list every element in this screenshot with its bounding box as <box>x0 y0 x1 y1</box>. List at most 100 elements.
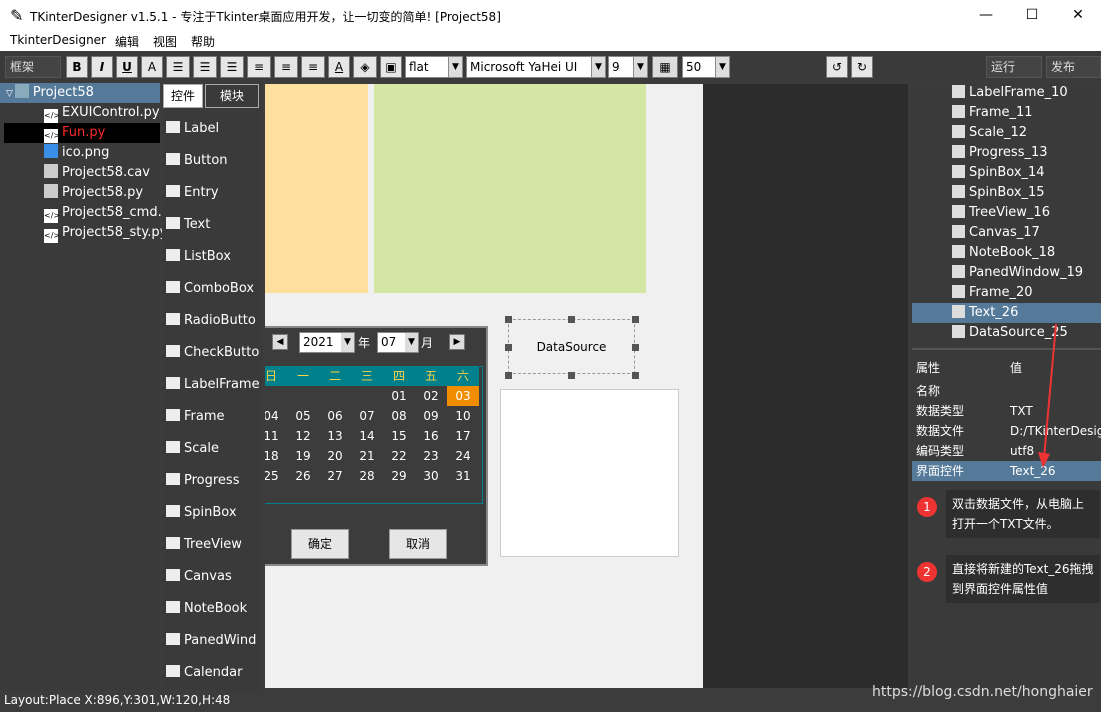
menu-edit[interactable]: 编辑 <box>115 33 139 50</box>
file-item[interactable]: Project58.cav <box>44 163 150 183</box>
property-row[interactable]: 数据类型 TXT <box>912 401 1101 421</box>
calendar-day[interactable]: 28 <box>351 466 383 486</box>
palette-item-checkbutto[interactable]: CheckButto <box>166 341 262 365</box>
align-left-icon[interactable]: ☰ <box>166 56 190 78</box>
resize-handle[interactable] <box>568 316 575 323</box>
palette-item-treeview[interactable]: TreeView <box>166 533 262 557</box>
control-item[interactable]: Frame_20 <box>952 283 1033 303</box>
menu-tkinterdesigner[interactable]: TkinterDesigner <box>10 33 106 47</box>
tab-controls[interactable]: 控件 <box>163 84 203 108</box>
prev-month-icon[interactable]: ◀ <box>272 334 288 350</box>
calendar-day[interactable]: 16 <box>415 426 447 446</box>
calendar-day[interactable]: 18 <box>265 446 287 466</box>
calendar-day[interactable]: 19 <box>287 446 319 466</box>
control-item[interactable]: TreeView_16 <box>952 203 1050 223</box>
align-center-icon[interactable]: ☰ <box>193 56 217 78</box>
calendar-day[interactable] <box>351 386 383 406</box>
datasource-control[interactable]: DataSource <box>508 319 635 374</box>
fill-color-icon[interactable]: ◈ <box>353 56 377 78</box>
align-top-icon[interactable]: ≡ <box>247 56 271 78</box>
align-right-icon[interactable]: ☰ <box>220 56 244 78</box>
palette-item-entry[interactable]: Entry <box>166 181 262 205</box>
calendar-day[interactable]: 08 <box>383 406 415 426</box>
size-select[interactable]: 9 ▼ <box>608 56 648 78</box>
file-item[interactable]: </> Project58_sty.py <box>44 223 167 243</box>
alpha-select[interactable]: 50 ▼ <box>682 56 730 78</box>
close-button[interactable]: ✕ <box>1055 0 1101 31</box>
menu-help[interactable]: 帮助 <box>191 33 215 50</box>
grid-icon[interactable]: ▦ <box>652 56 678 78</box>
resize-handle[interactable] <box>632 372 639 379</box>
calendar-day[interactable]: 26 <box>287 466 319 486</box>
property-row[interactable]: 名称 <box>912 381 1101 401</box>
resize-handle[interactable] <box>505 316 512 323</box>
text-a-button[interactable]: A <box>141 56 163 78</box>
control-item[interactable]: Scale_12 <box>952 123 1027 143</box>
control-item[interactable]: LabelFrame_10 <box>952 83 1068 103</box>
palette-item-labelframe[interactable]: LabelFrame <box>166 373 262 397</box>
calendar-day[interactable]: 31 <box>447 466 479 486</box>
maximize-button[interactable]: ☐ <box>1009 0 1055 31</box>
underline-button[interactable]: U <box>116 56 138 78</box>
file-item[interactable]: ico.png <box>44 143 109 163</box>
property-row[interactable]: 编码类型 utf8 <box>912 441 1101 461</box>
file-item[interactable]: </> Fun.py <box>4 123 160 143</box>
palette-item-listbox[interactable]: ListBox <box>166 245 262 269</box>
orange-frame[interactable] <box>265 84 368 293</box>
file-item[interactable]: </> EXUIControl.py <box>44 103 160 123</box>
calendar-day[interactable] <box>287 386 319 406</box>
resize-handle[interactable] <box>632 344 639 351</box>
control-item[interactable]: PanedWindow_19 <box>952 263 1083 283</box>
palette-item-frame[interactable]: Frame <box>166 405 262 429</box>
property-row[interactable]: 数据文件 D:/TKinterDesig <box>912 421 1101 441</box>
palette-item-button[interactable]: Button <box>166 149 262 173</box>
file-item[interactable]: </> Project58_cmd.py <box>44 203 178 223</box>
calendar-day[interactable]: 23 <box>415 446 447 466</box>
palette-item-combobox[interactable]: ComboBox <box>166 277 262 301</box>
project-root[interactable]: ▽ Project58 <box>0 83 160 103</box>
resize-handle[interactable] <box>632 316 639 323</box>
calendar-day[interactable]: 14 <box>351 426 383 446</box>
font-select[interactable]: Microsoft YaHei UI ▼ <box>466 56 606 78</box>
palette-item-canvas[interactable]: Canvas <box>166 565 262 589</box>
cancel-button[interactable]: 取消 <box>389 529 447 559</box>
file-item[interactable]: Project58.py <box>44 183 143 203</box>
control-item[interactable]: Progress_13 <box>952 143 1048 163</box>
calendar-day[interactable] <box>265 386 287 406</box>
palette-item-scale[interactable]: Scale <box>166 437 262 461</box>
year-select[interactable]: 2021 ▼ <box>299 332 355 353</box>
control-item[interactable]: Canvas_17 <box>952 223 1040 243</box>
frame-select[interactable]: 框架 <box>5 56 61 78</box>
calendar-day[interactable]: 13 <box>319 426 351 446</box>
run-button[interactable]: 运行 <box>986 56 1042 78</box>
italic-button[interactable]: I <box>91 56 113 78</box>
minimize-button[interactable]: — <box>963 0 1009 31</box>
menu-view[interactable]: 视图 <box>153 33 177 50</box>
calendar-day[interactable]: 09 <box>415 406 447 426</box>
calendar-day[interactable]: 07 <box>351 406 383 426</box>
calendar-day[interactable]: 21 <box>351 446 383 466</box>
calendar-day[interactable]: 11 <box>265 426 287 446</box>
design-canvas[interactable]: ◀ 2021 ▼ 年 07 ▼ 月 ▶ 日一二三四五六 01 02 03 04 05 06 07 0… <box>265 84 703 688</box>
control-item[interactable]: NoteBook_18 <box>952 243 1055 263</box>
font-color-icon[interactable]: A <box>328 56 350 78</box>
calendar-day[interactable]: 17 <box>447 426 479 446</box>
control-item[interactable]: SpinBox_14 <box>952 163 1045 183</box>
tab-modules[interactable]: 模块 <box>205 84 259 108</box>
calendar-day[interactable] <box>319 386 351 406</box>
green-frame[interactable] <box>374 84 646 293</box>
next-month-icon[interactable]: ▶ <box>449 334 465 350</box>
calendar-day[interactable]: 05 <box>287 406 319 426</box>
calendar-day[interactable]: 24 <box>447 446 479 466</box>
resize-handle[interactable] <box>505 344 512 351</box>
month-select[interactable]: 07 ▼ <box>377 332 419 353</box>
calendar-day[interactable]: 30 <box>415 466 447 486</box>
align-middle-icon[interactable]: ≡ <box>274 56 298 78</box>
calendar-day[interactable]: 22 <box>383 446 415 466</box>
calendar-day[interactable]: 12 <box>287 426 319 446</box>
text-widget[interactable] <box>500 389 679 557</box>
calendar-day[interactable]: 04 <box>265 406 287 426</box>
resize-handle[interactable] <box>505 372 512 379</box>
control-item[interactable]: SpinBox_15 <box>952 183 1045 203</box>
calendar-day[interactable]: 29 <box>383 466 415 486</box>
